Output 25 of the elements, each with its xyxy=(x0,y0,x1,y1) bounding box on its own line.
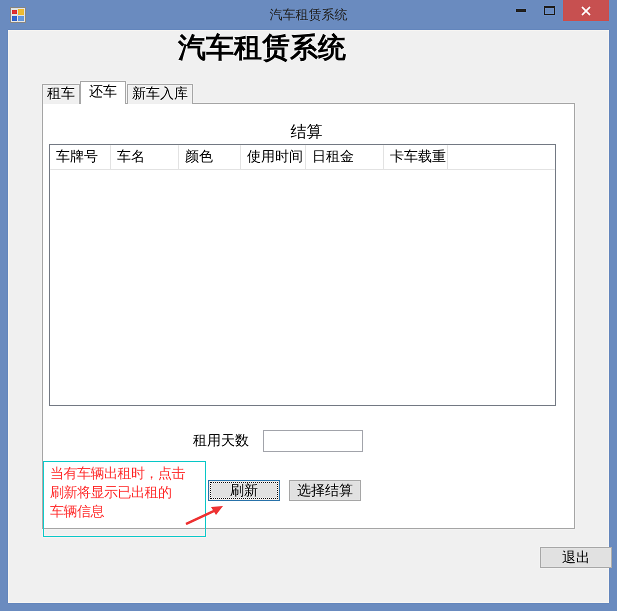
minimize-icon[interactable] xyxy=(516,8,526,12)
list-view[interactable]: 车牌号 车名 颜色 使用时间 日租金 卡车载重 xyxy=(49,144,556,406)
section-title: 结算 xyxy=(290,122,322,143)
tab[interactable]: 租车 xyxy=(42,84,80,104)
app-icon xyxy=(10,7,26,23)
column-header[interactable]: 车名 xyxy=(111,145,179,169)
column-header[interactable]: 卡车载重 xyxy=(384,145,448,169)
column-header[interactable]: 使用时间 xyxy=(241,145,306,169)
exit-button[interactable]: 退出 xyxy=(540,547,612,568)
close-button[interactable] xyxy=(563,0,609,21)
days-label: 租用天数 xyxy=(193,432,249,450)
close-icon xyxy=(581,6,591,16)
arrow-icon xyxy=(184,504,224,526)
tab[interactable]: 还车 xyxy=(80,81,126,104)
refresh-button[interactable]: 刷新 xyxy=(208,480,280,501)
column-header[interactable]: 日租金 xyxy=(306,145,384,169)
column-header[interactable]: 颜色 xyxy=(179,145,241,169)
tab[interactable]: 新车入库 xyxy=(127,84,193,104)
annotation-note: 当有车辆出租时，点击 刷新将显示已出租的 车辆信息 xyxy=(43,461,206,537)
column-header[interactable]: 车牌号 xyxy=(50,145,111,169)
settle-button[interactable]: 选择结算 xyxy=(289,480,361,501)
days-input[interactable] xyxy=(263,430,363,452)
maximize-icon[interactable] xyxy=(544,6,554,14)
window-title: 汽车租赁系统 xyxy=(270,7,348,24)
app-heading: 汽车租赁系统 xyxy=(178,30,346,66)
